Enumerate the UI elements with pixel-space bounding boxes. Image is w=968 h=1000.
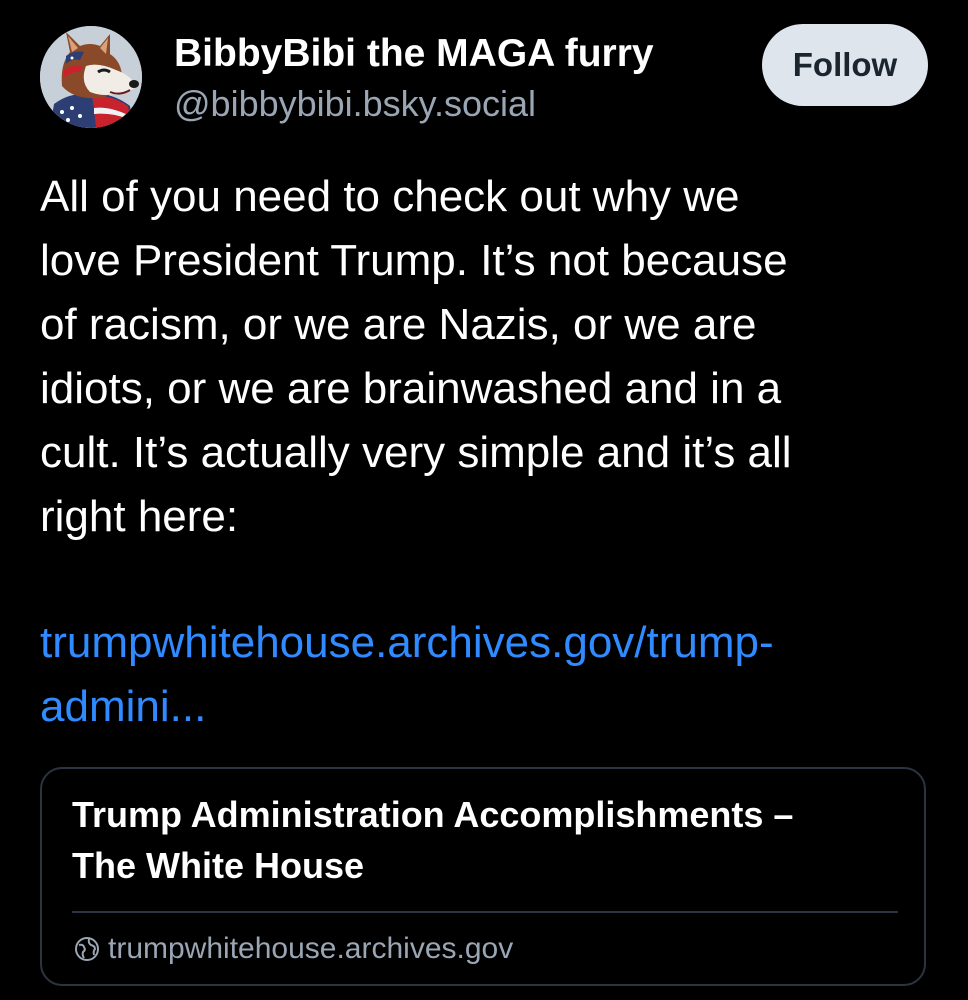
link-preview-card[interactable]: Trump Administration Accomplishments – T… [40,767,926,986]
post-link-line: trumpwhitehouse.archives.gov/trump- [40,618,774,667]
link-preview-domain: trumpwhitehouse.archives.gov [108,932,514,965]
post-text-line: All of you need to check out why we [40,172,740,221]
link-preview-domain-row: trumpwhitehouse.archives.gov [74,929,513,969]
post-text: All of you need to check out why we love… [40,165,940,549]
post-text-line: right here: [40,492,239,541]
link-preview-title: Trump Administration Accomplishments – T… [72,789,902,891]
link-preview-title-line: Trump Administration Accomplishments – [72,794,794,835]
furry-wolf-avatar-icon [40,26,142,128]
link-preview-divider [72,911,898,913]
post-text-line: cult. It’s actually very simple and it’s… [40,428,792,477]
author-handle[interactable]: @bibbybibi.bsky.social [174,82,536,126]
post-link[interactable]: trumpwhitehouse.archives.gov/trump- admi… [40,611,774,739]
post-link-line: admini... [40,682,207,731]
post-text-line: idiots, or we are brainwashed and in a [40,364,782,413]
post-text-line: love President Trump. It’s not because [40,236,788,285]
post-text-line: of racism, or we are Nazis, or we are [40,300,757,349]
post: BibbyBibi the MAGA furry @bibbybibi.bsky… [0,0,968,1000]
follow-button[interactable]: Follow [762,24,928,106]
globe-icon [75,937,99,961]
author-display-name[interactable]: BibbyBibi the MAGA furry [174,30,654,78]
author-avatar[interactable] [40,26,142,128]
link-preview-title-line: The White House [72,845,365,886]
